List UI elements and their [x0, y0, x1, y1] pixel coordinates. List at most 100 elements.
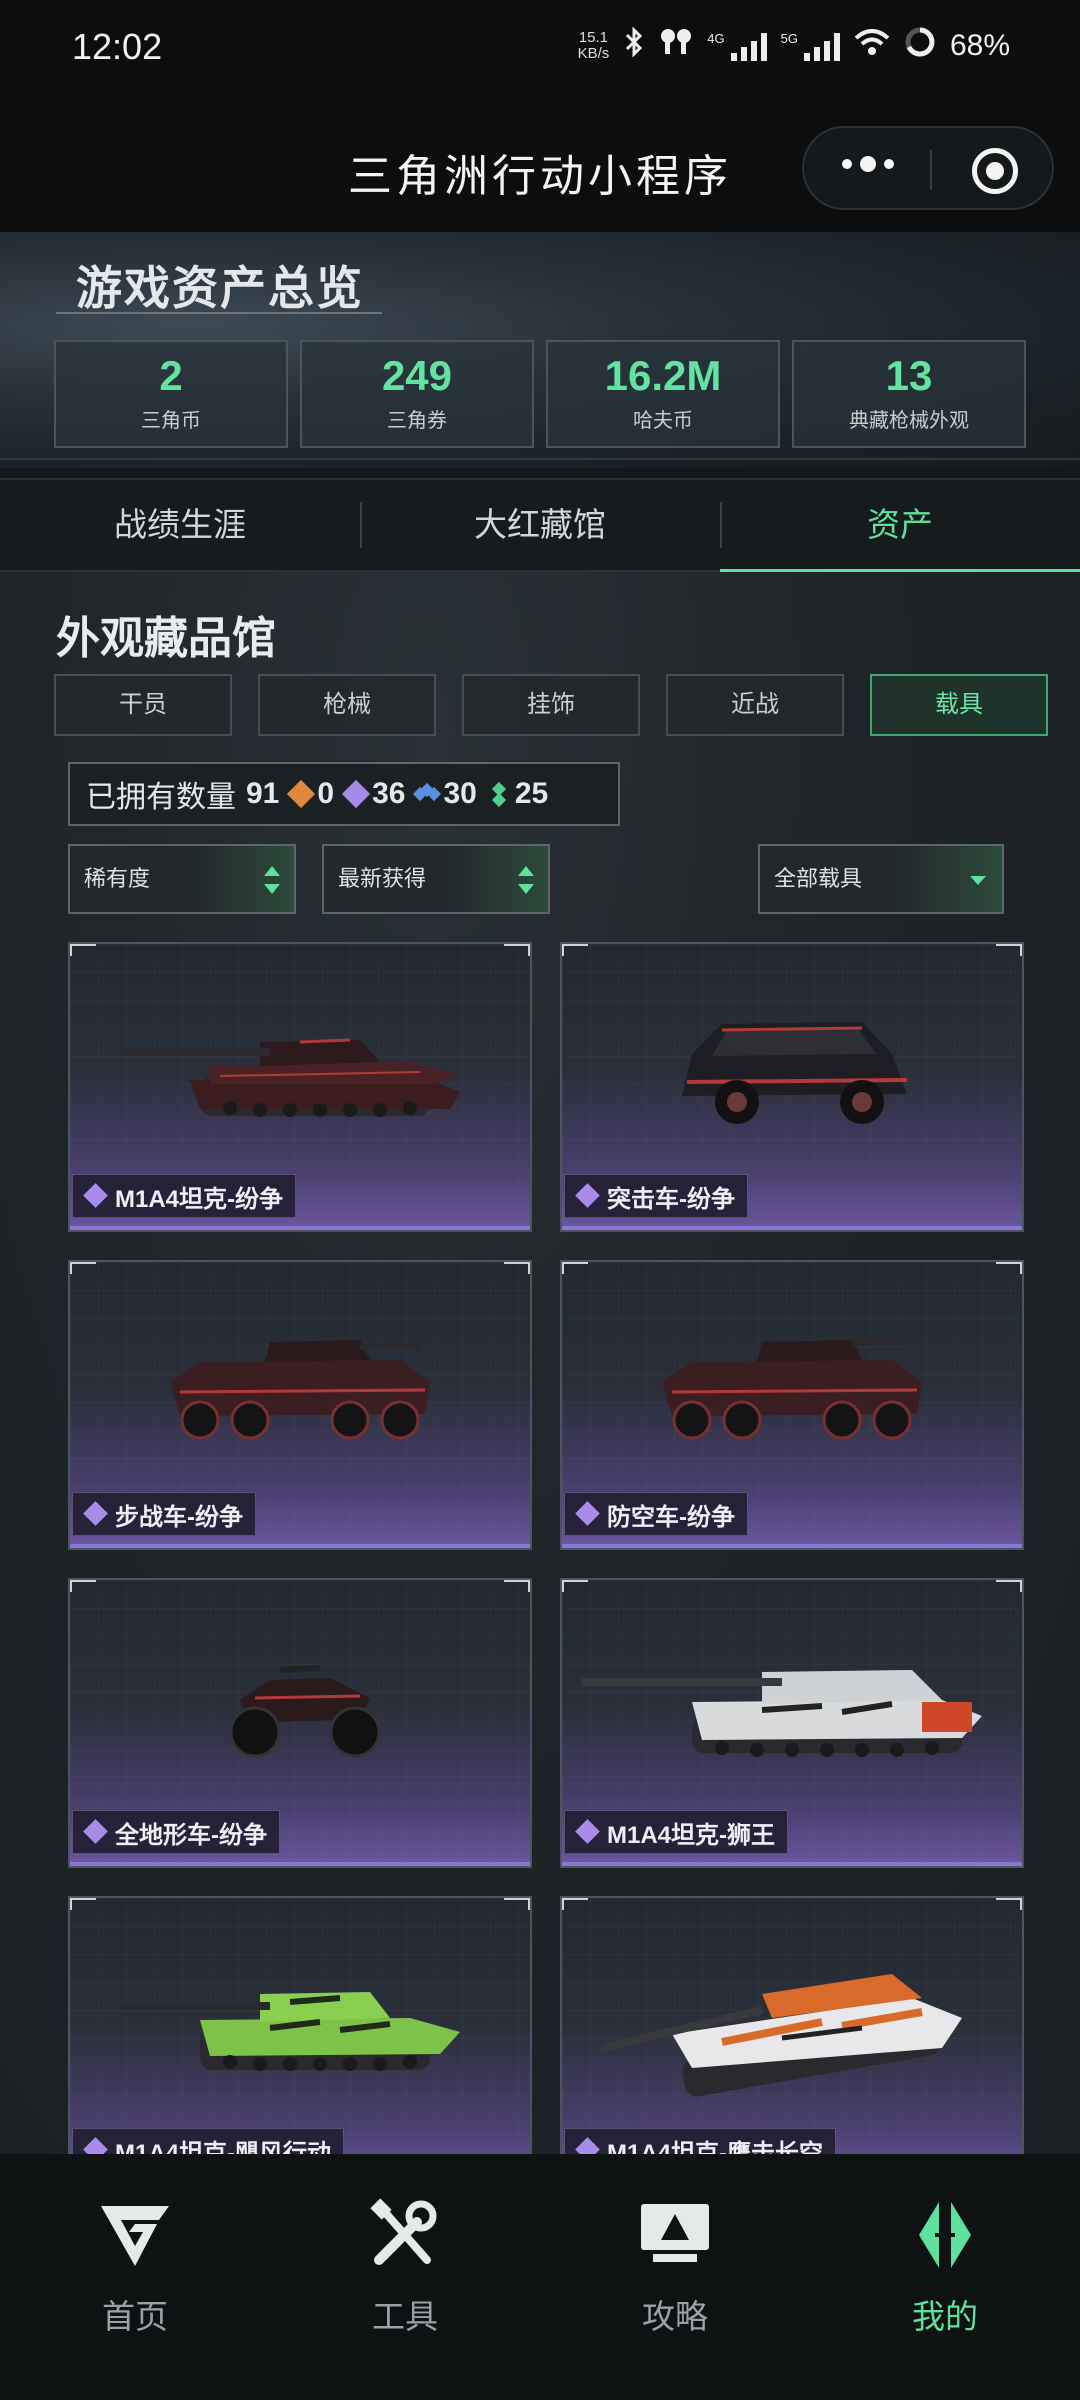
- vehicle-card[interactable]: M1A4坦克-鹰击长空: [560, 1896, 1024, 2154]
- vehicle-card[interactable]: M1A4坦克-飓风行动: [68, 1896, 532, 2154]
- owned-count-bar: 已拥有数量 91 0 36 30 25: [68, 762, 620, 826]
- owned-label: 已拥有数量: [86, 781, 236, 814]
- stat-value: 2: [159, 352, 183, 399]
- vehicle-card[interactable]: M1A4坦克-纷争: [68, 942, 532, 1232]
- stat-value: 16.2M: [604, 352, 722, 399]
- purple-rarity-icon: [575, 1501, 600, 1526]
- collection-section: 外观藏品馆 干员 枪械 挂饰 近战 载具 已拥有数量 91 0 36 30 25 …: [0, 572, 1080, 2154]
- vehicle-name-tag: 步战车-纷争: [72, 1492, 256, 1536]
- rarity-sort-select[interactable]: 稀有度: [68, 844, 296, 914]
- home-logo-icon: [101, 2206, 169, 2266]
- suv-image: [682, 1022, 908, 1124]
- rarity-sort-label: 稀有度: [84, 866, 151, 891]
- stat-value: 249: [381, 352, 453, 399]
- filter-operators[interactable]: 干员: [54, 674, 232, 736]
- capsule-divider: [930, 150, 932, 190]
- capsule-menu: [802, 126, 1054, 210]
- overview-title: 游戏资产总览: [76, 262, 364, 314]
- nav-label: 工具: [372, 2298, 438, 2335]
- rarity-count-value: 30: [443, 777, 477, 810]
- orange-diamond-icon: [287, 779, 316, 809]
- vehicle-card[interactable]: 全地形车-纷争: [68, 1578, 532, 1868]
- tank-image: [601, 1974, 962, 2097]
- vehicle-type-label: 全部载具: [774, 866, 863, 891]
- stat-card: 16.2M 哈夫币: [546, 340, 780, 448]
- chevron-down-icon: [970, 876, 986, 885]
- tab-career[interactable]: 战绩生涯: [0, 480, 360, 570]
- nav-label: 首页: [102, 2298, 168, 2335]
- nav-home[interactable]: 首页: [0, 2154, 270, 2400]
- tank-image: [120, 1038, 460, 1117]
- guide-monitor-icon: [641, 2204, 709, 2262]
- net-speed-value: 15.1: [578, 29, 609, 46]
- main-tabs: 战绩生涯 大红藏馆 资产: [0, 478, 1080, 572]
- section-title: 外观藏品馆: [56, 614, 276, 663]
- status-time: 12:02: [72, 26, 163, 67]
- divider: [0, 458, 1080, 460]
- bottom-nav: 首页 工具 攻略 我的: [0, 2154, 1080, 2400]
- status-icons: 15.1 KB/s 4G 5G 68%: [578, 26, 1010, 66]
- nav-label: 攻略: [642, 2298, 708, 2335]
- sort-updown-icon: [518, 866, 534, 894]
- recent-sort-label: 最新获得: [338, 866, 427, 891]
- tab-assets[interactable]: 资产: [720, 480, 1080, 572]
- vehicle-name-tag: M1A4坦克-狮王: [564, 1810, 789, 1854]
- purple-rarity-icon: [575, 1819, 600, 1844]
- stat-label: 典藏枪械外观: [849, 410, 969, 432]
- vehicle-name: M1A4坦克-飓风行动: [115, 2139, 332, 2155]
- stats-row: 2 三角币 249 三角券 16.2M 哈夫币 13 典藏枪械外观: [54, 340, 1026, 448]
- purple-rarity-icon: [83, 2137, 108, 2154]
- purple-rarity-icon: [575, 1183, 600, 1208]
- purple-diamond-icon: [341, 779, 371, 809]
- rarity-count-value: 0: [317, 777, 335, 810]
- nav-guide[interactable]: 攻略: [540, 2154, 810, 2400]
- green-diamond-icon: [487, 781, 511, 808]
- stat-label: 哈夫币: [633, 410, 693, 432]
- rarity-count-purple: 36: [341, 777, 405, 811]
- rarity-count-value: 25: [514, 777, 549, 810]
- ifv-image: [662, 1336, 922, 1440]
- tab-red-collection[interactable]: 大红藏馆: [360, 480, 720, 570]
- filter-melee[interactable]: 近战: [666, 674, 844, 736]
- filter-charms[interactable]: 挂饰: [462, 674, 640, 736]
- filter-vehicles[interactable]: 载具: [870, 674, 1048, 736]
- vehicle-type-select[interactable]: 全部载具: [758, 844, 1004, 914]
- purple-rarity-icon: [83, 1819, 108, 1844]
- vehicle-card[interactable]: 防空车-纷争: [560, 1260, 1024, 1550]
- battery-ring-icon: [904, 26, 936, 66]
- owned-count: 91: [246, 777, 280, 810]
- asset-overview: 游戏资产总览 2 三角币 249 三角券 16.2M 哈夫币 13 典藏枪械外观: [0, 232, 1080, 468]
- vehicle-name-tag: 突击车-纷争: [564, 1174, 748, 1218]
- tools-icon: [370, 2198, 437, 2265]
- vehicle-name-tag: 全地形车-纷争: [72, 1810, 280, 1854]
- category-filters: 干员 枪械 挂饰 近战 载具: [54, 674, 1048, 736]
- vehicle-name: 全地形车-纷争: [115, 1821, 267, 1849]
- purple-rarity-icon: [83, 1183, 108, 1208]
- stat-value: 13: [885, 352, 933, 399]
- blue-diamond-icon: [413, 782, 442, 806]
- vehicle-card[interactable]: 步战车-纷争: [68, 1260, 532, 1550]
- mini-program-header: 三角洲行动小程序: [0, 100, 1080, 232]
- filter-guns[interactable]: 枪械: [258, 674, 436, 736]
- stat-card: 2 三角币: [54, 340, 288, 448]
- sort-updown-icon: [264, 866, 280, 894]
- nav-mine[interactable]: 我的: [810, 2154, 1080, 2400]
- vehicle-name: M1A4坦克-狮王: [607, 1821, 776, 1849]
- rarity-bar: [562, 1862, 1022, 1866]
- stat-label: 三角币: [141, 410, 201, 432]
- stat-label: 三角券: [387, 410, 447, 432]
- battery-percent: 68%: [949, 29, 1010, 62]
- vehicle-card[interactable]: 突击车-纷争: [560, 942, 1024, 1232]
- vehicle-name-tag: M1A4坦克-飓风行动: [72, 2128, 345, 2155]
- vehicle-name: 突击车-纷争: [607, 1185, 735, 1213]
- purple-rarity-icon: [575, 2137, 600, 2154]
- recent-sort-select[interactable]: 最新获得: [322, 844, 550, 914]
- target-icon[interactable]: [972, 148, 1018, 194]
- vehicle-card[interactable]: M1A4坦克-狮王: [560, 1578, 1024, 1868]
- more-dots-icon[interactable]: [842, 156, 894, 172]
- rarity-count-blue: 30: [413, 777, 477, 811]
- signal-4g-icon: 4G: [707, 31, 767, 61]
- earbuds-icon: [659, 27, 693, 65]
- vehicle-name-tag: M1A4坦克-鹰击长空: [564, 2128, 837, 2154]
- nav-tools[interactable]: 工具: [270, 2154, 540, 2400]
